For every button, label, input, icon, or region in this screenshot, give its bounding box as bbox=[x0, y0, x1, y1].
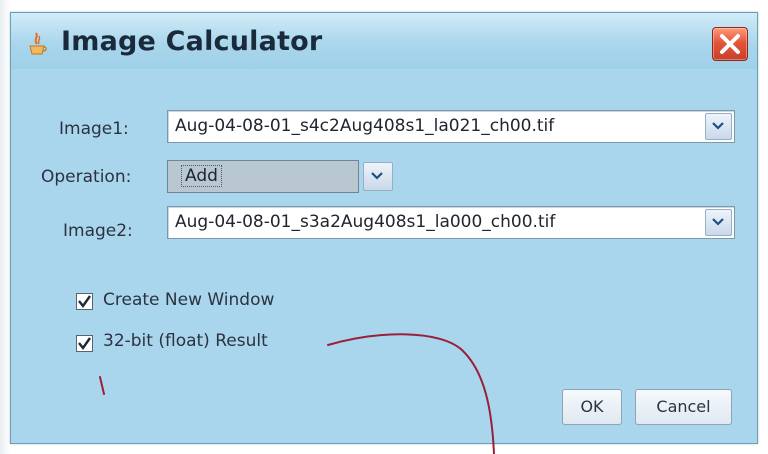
photo-stage: Image Calculator Image1: Aug-04-08-01_s4… bbox=[0, 0, 768, 454]
ink-curve bbox=[327, 333, 495, 454]
ink-tick bbox=[99, 376, 105, 395]
ink-annotation bbox=[99, 333, 495, 454]
